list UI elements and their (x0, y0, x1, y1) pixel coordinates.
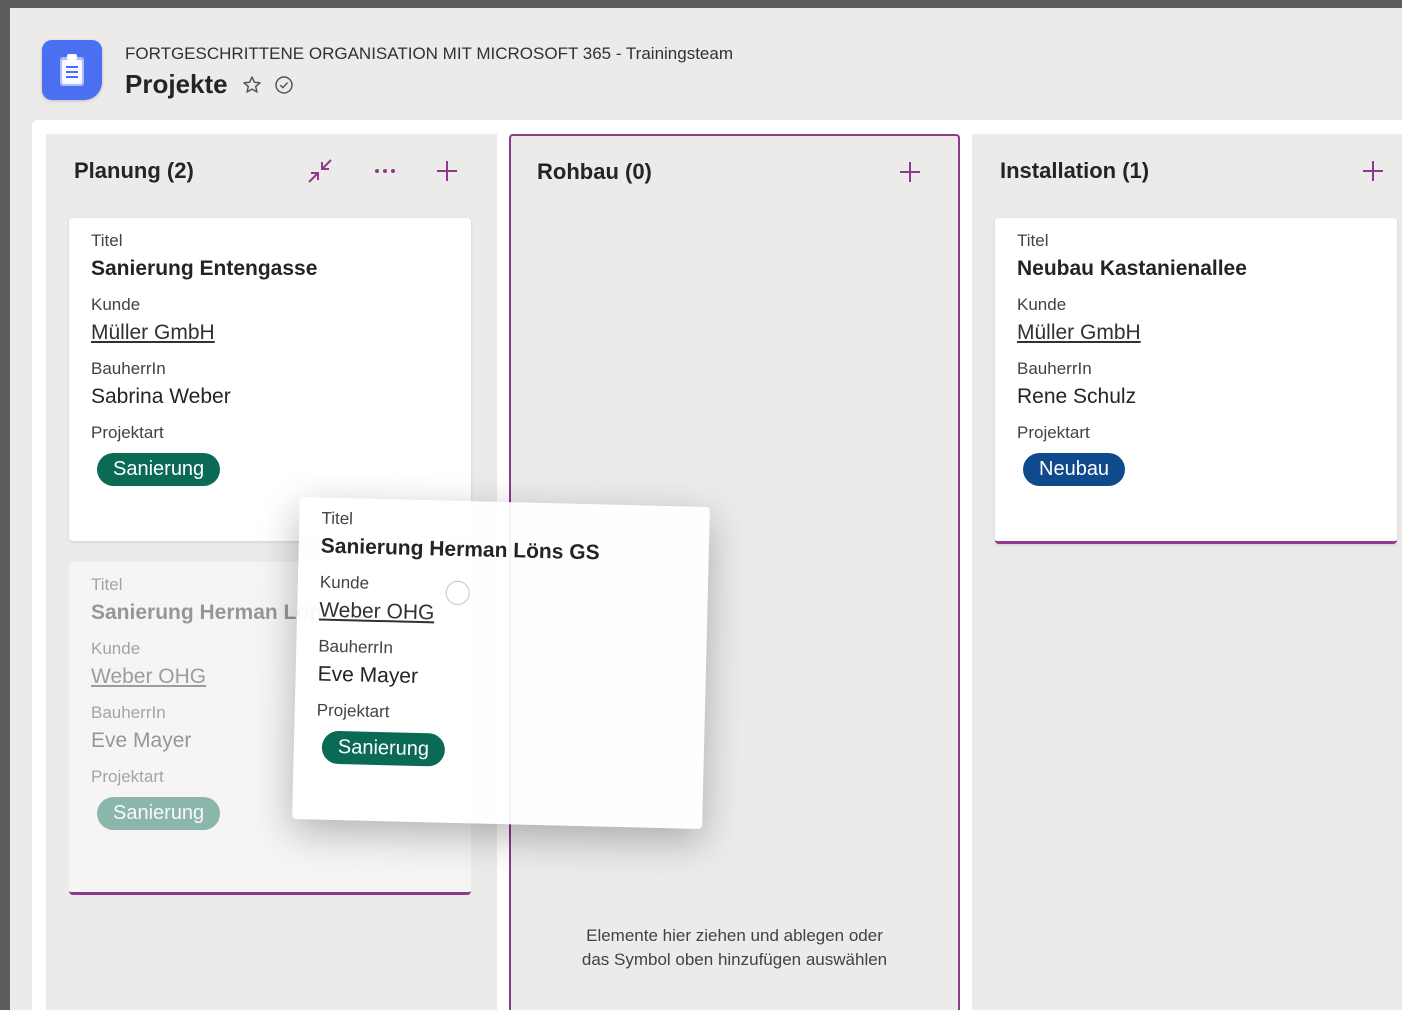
field-label: Projektart (1017, 423, 1090, 442)
kunde-link[interactable]: Müller GmbH (91, 321, 449, 345)
site-title-row: Projekte (125, 69, 306, 100)
card-sanierung-entengasse[interactable]: Titel Sanierung Entengasse Kunde Müller … (69, 218, 471, 541)
add-icon[interactable] (1358, 156, 1388, 186)
app-window: FORTGESCHRITTENE ORGANISATION MIT MICROS… (10, 8, 1402, 1010)
kunde-link[interactable]: Müller GmbH (1017, 321, 1375, 345)
site-subtitle: FORTGESCHRITTENE ORGANISATION MIT MICROS… (125, 44, 734, 63)
column-title: Rohbau (0) (537, 159, 652, 184)
site-logo[interactable] (42, 40, 102, 100)
field-label: Titel (1017, 231, 1049, 250)
bauherr-value: Rene Schulz (1017, 385, 1137, 408)
field-label: BauherrIn (1017, 359, 1092, 378)
column-title: Installation (1) (1000, 158, 1150, 183)
field-label: Titel (321, 508, 354, 529)
kunde-link[interactable]: Weber OHG (319, 599, 685, 632)
add-icon[interactable] (432, 156, 462, 186)
empty-column-hint: Elemente hier ziehen und ablegen oder da… (511, 924, 958, 972)
column-title: Planung (2) (74, 158, 194, 183)
add-icon[interactable] (895, 157, 925, 187)
field-label: Projektart (91, 423, 164, 442)
card-title: Sanierung Entengasse (91, 257, 318, 280)
dragged-card[interactable]: Titel Sanierung Herman Löns GS Kunde Web… (292, 497, 710, 829)
site-header: FORTGESCHRITTENE ORGANISATION MIT MICROS… (10, 8, 1402, 120)
field-label: Kunde (319, 572, 370, 593)
projektart-badge: Sanierung (97, 797, 221, 830)
collapse-icon[interactable] (305, 156, 335, 186)
more-icon[interactable] (370, 156, 400, 186)
card-title: Sanierung Herman Löns GS (320, 534, 600, 565)
clipboard-icon (60, 54, 84, 86)
page-title: Projekte (125, 69, 228, 99)
field-label: BauherrIn (318, 636, 394, 658)
star-icon[interactable] (242, 75, 262, 95)
field-label: Kunde (1017, 295, 1067, 314)
card-neubau-kastanienallee[interactable]: Titel Neubau Kastanienallee Kunde Müller… (995, 218, 1397, 544)
card-title: Neubau Kastanienallee (1017, 257, 1247, 280)
check-circle-icon[interactable] (274, 75, 294, 95)
field-label: BauherrIn (91, 359, 166, 378)
field-label: Kunde (91, 295, 141, 314)
bauherr-value: Eve Mayer (317, 662, 419, 688)
field-label: Projektart (316, 700, 390, 722)
column-installation: Installation (1) Titel Neubau Kastaniena… (972, 134, 1402, 1010)
projektart-badge: Sanierung (97, 453, 221, 486)
field-label: Titel (91, 231, 123, 250)
empty-hint-line: das Symbol oben hinzufügen auswählen (581, 950, 888, 969)
projektart-badge: Neubau (1023, 453, 1126, 486)
bauherr-value: Sabrina Weber (91, 385, 231, 408)
projektart-badge: Sanierung (321, 730, 446, 767)
empty-hint-line: Elemente hier ziehen und ablegen oder (586, 926, 883, 945)
